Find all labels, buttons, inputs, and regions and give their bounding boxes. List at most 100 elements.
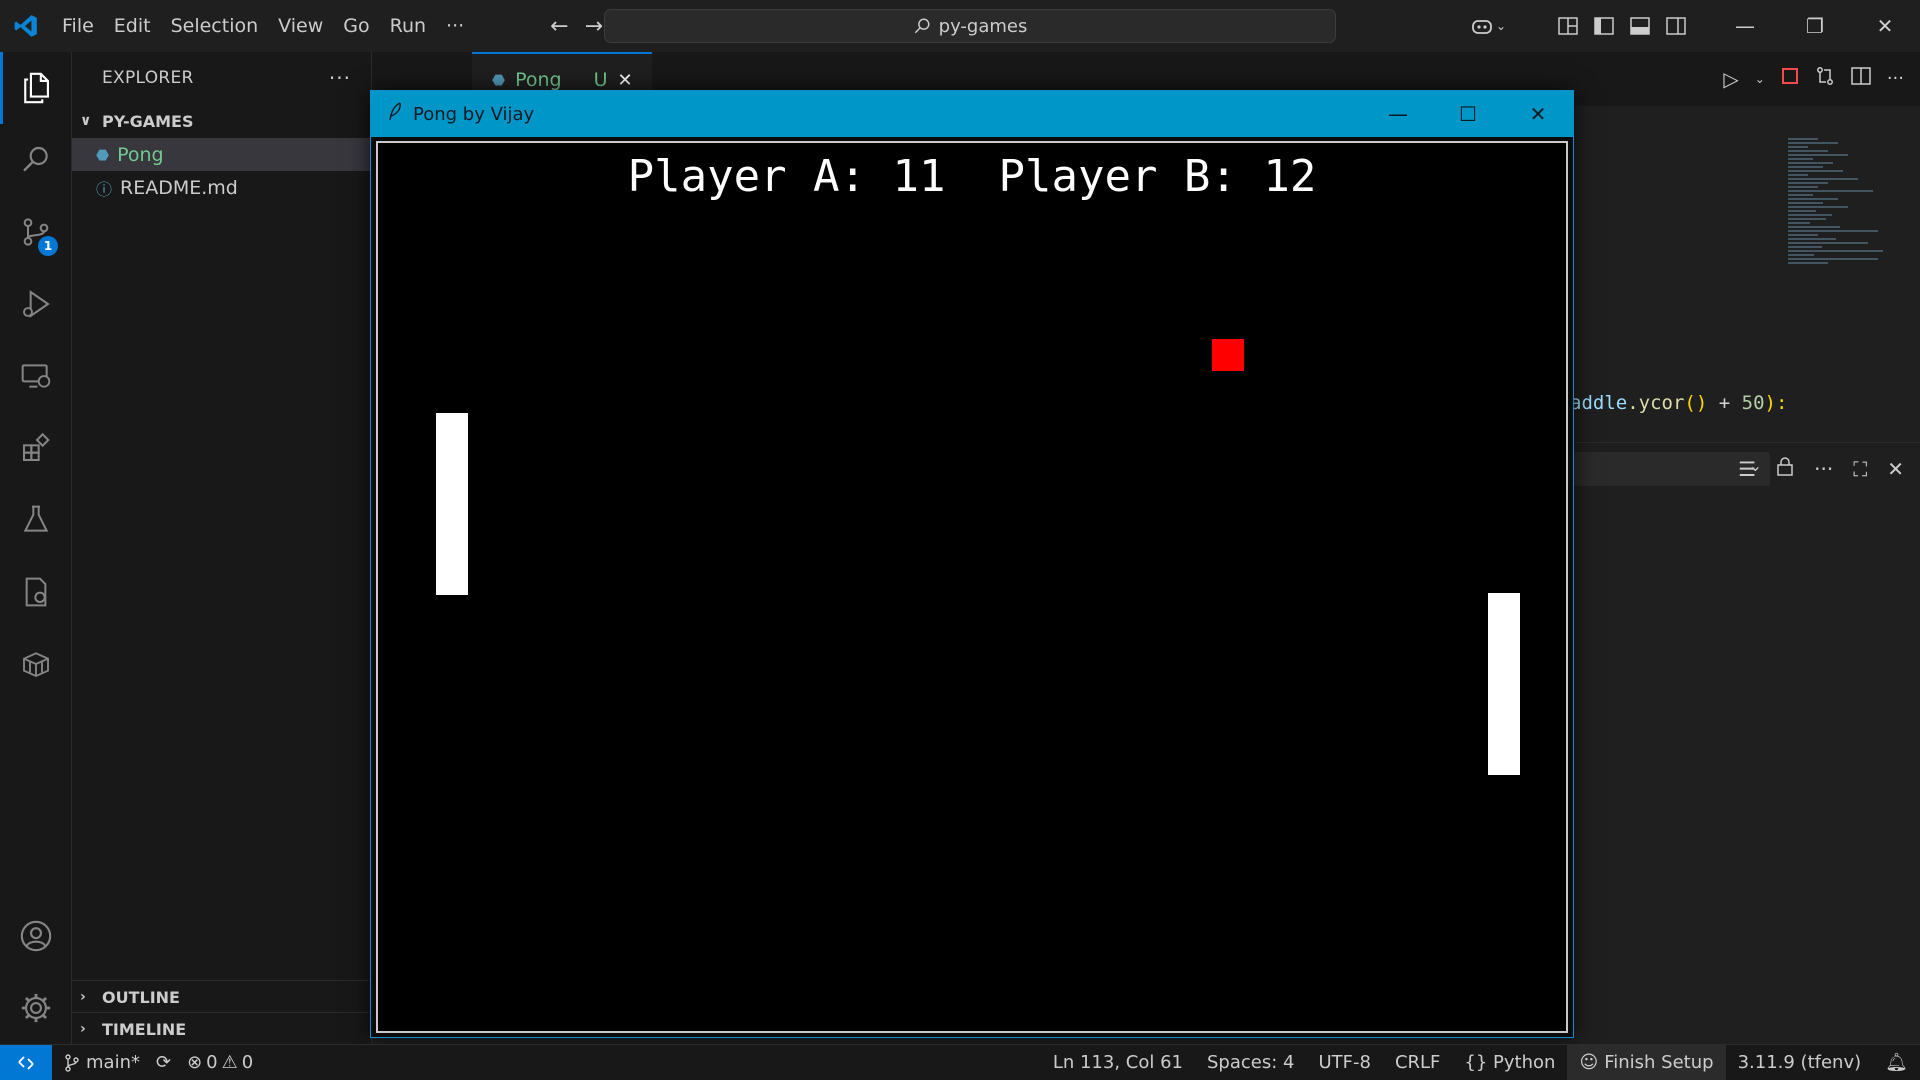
warning-icon: ⚠ [221,1052,238,1073]
copilot-icon[interactable] [1468,12,1496,40]
file-label: Pong [117,143,164,166]
end-of-line[interactable]: CRLF [1383,1052,1452,1073]
compare-changes-icon[interactable] [1815,66,1835,91]
maximize-panel-icon[interactable]: ⛶ [1853,457,1867,481]
run-debug-icon[interactable] [0,268,72,340]
clear-output-icon[interactable]: ☰ [1738,457,1756,481]
testing-icon[interactable] [0,484,72,556]
cursor-position[interactable]: Ln 113, Col 61 [1041,1052,1195,1073]
explorer-more-actions[interactable]: ··· [329,66,351,90]
encoding[interactable]: UTF-8 [1306,1052,1382,1073]
command-center-search[interactable]: py-games [604,9,1336,43]
menu-go[interactable]: Go [333,0,379,52]
pong-window-controls: — ☐ ✕ [1363,91,1573,137]
extensions-icon[interactable] [0,412,72,484]
chevron-right-icon: › [80,1021,86,1037]
panel-divider [1570,442,1920,443]
menu-run[interactable]: Run [380,0,436,52]
manage-gear-icon[interactable] [0,972,72,1044]
title-bar-controls: ⌄ — ❐ ✕ [1460,0,1920,52]
toggle-panel-icon[interactable] [1626,12,1654,40]
menu-bar: File Edit Selection View Go Run ··· [52,0,474,52]
menu-more[interactable]: ··· [436,0,474,52]
toggle-primary-sidebar-icon[interactable] [1590,12,1618,40]
editor-actions: ▷ ⌄ ··· [1723,66,1904,91]
menu-file[interactable]: File [52,0,104,52]
remote-explorer-icon[interactable] [0,340,72,412]
score-display: Player A: 11 Player B: 12 [627,151,1317,202]
folder-label: PY-GAMES [102,111,194,131]
python-interpreter[interactable]: 3.11.9 (tfenv) [1726,1052,1874,1073]
source-control-icon[interactable]: 1 [0,196,72,268]
menu-view[interactable]: View [268,0,333,52]
remote-indicator-icon[interactable] [0,1044,52,1080]
copilot-icon: ☺ [1579,1052,1599,1073]
minimap[interactable] [1788,136,1898,406]
pong-maximize-button[interactable]: ☐ [1433,91,1503,137]
minimize-window-button[interactable]: — [1710,0,1780,52]
containers-icon[interactable] [0,628,72,700]
close-window-button[interactable]: ✕ [1850,0,1920,52]
split-editor-icon[interactable] [1851,67,1871,90]
restore-window-button[interactable]: ❐ [1780,0,1850,52]
code-variable: addle [1570,392,1628,414]
pong-close-button[interactable]: ✕ [1503,91,1573,137]
search-icon[interactable] [0,124,72,196]
more-actions-icon[interactable]: ··· [1887,68,1904,89]
search-icon [914,18,930,34]
run-python-icon[interactable]: ▷ [1723,67,1738,91]
indentation[interactable]: Spaces: 4 [1195,1052,1306,1073]
code-number: 50 [1741,392,1765,414]
notifications-bell-icon[interactable]: 🔔︎ [1873,1052,1920,1073]
navigation-arrows: ← → [550,14,603,39]
stop-icon[interactable] [1781,67,1799,90]
finish-setup-label: Finish Setup [1604,1052,1714,1073]
warning-count: 0 [241,1052,254,1073]
status-left: main* ⟳ ⊗ 0 ⚠ 0 [52,1052,253,1073]
explorer-sidebar: EXPLORER ··· ∨ PY-GAMES ⬣ Pong ⓘ README.… [72,52,372,1044]
python-icon: ⬣ [96,145,110,164]
git-branch-icon [65,1053,79,1072]
toggle-secondary-sidebar-icon[interactable] [1662,12,1690,40]
file-item-pong[interactable]: ⬣ Pong [72,138,371,171]
python-environments-icon[interactable] [0,556,72,628]
customize-layout-icon[interactable] [1554,12,1582,40]
lock-icon[interactable] [1776,456,1794,481]
timeline-section[interactable]: › TIMELINE [72,1012,372,1045]
vscode-logo-icon [0,0,52,52]
pong-canvas[interactable]: Player A: 11 Player B: 12 [376,141,1568,1033]
title-bar: File Edit Selection View Go Run ··· ← → … [0,0,1920,52]
accounts-icon[interactable] [0,900,72,972]
problems-status[interactable]: ⊗ 0 ⚠ 0 [187,1052,253,1073]
pong-game-window[interactable]: Pong by Vijay — ☐ ✕ Player A: 11 Player … [370,90,1574,1038]
paddle-a [436,413,468,595]
error-count: 0 [206,1052,218,1073]
file-item-readme[interactable]: ⓘ README.md [72,171,371,204]
pong-window-titlebar[interactable]: Pong by Vijay — ☐ ✕ [371,91,1573,137]
close-tab-icon[interactable]: ✕ [618,70,633,91]
branch-status[interactable]: main* [64,1052,140,1073]
code-line-fragment[interactable]: addle.ycor() + 50): [1570,392,1787,414]
activity-bar: 1 [0,52,72,1044]
outline-section[interactable]: › OUTLINE [72,980,372,1013]
run-chevron-down-icon[interactable]: ⌄ [1755,72,1765,86]
copilot-chevron-down-icon[interactable]: ⌄ [1496,19,1506,33]
language-mode[interactable]: {} Python [1452,1052,1567,1073]
pong-window-title: Pong by Vijay [413,103,535,125]
source-control-badge: 1 [38,236,58,256]
error-icon: ⊗ [187,1052,203,1073]
explorer-icon[interactable] [0,52,72,124]
sync-icon[interactable]: ⟳ [156,1052,171,1073]
search-text: py-games [938,15,1028,37]
folder-py-games[interactable]: ∨ PY-GAMES [72,104,371,138]
close-panel-icon[interactable]: ✕ [1887,457,1904,481]
menu-edit[interactable]: Edit [104,0,161,52]
back-arrow-icon[interactable]: ← [550,14,568,39]
paddle-b [1488,593,1520,775]
panel-more-icon[interactable]: ··· [1814,457,1833,481]
pong-minimize-button[interactable]: — [1363,91,1433,137]
menu-selection[interactable]: Selection [161,0,269,52]
finish-setup-button[interactable]: ☺ Finish Setup [1567,1044,1726,1080]
forward-arrow-icon[interactable]: → [585,14,603,39]
ball [1212,339,1244,371]
